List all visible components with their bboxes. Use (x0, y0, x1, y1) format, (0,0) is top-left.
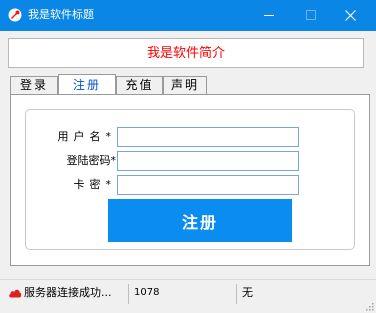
password-label: 登陆密码* (66, 154, 117, 167)
tab-declaration[interactable]: 声明 (163, 76, 207, 94)
status-bar: 服务器连接成功... 1078 无 (0, 279, 376, 313)
software-intro-text: 我是软件简介 (146, 46, 225, 61)
status-message: 服务器连接成功... (24, 286, 112, 299)
resize-grip-icon[interactable] (364, 301, 374, 311)
register-panel: 用户名* 登陆密码* 卡密* 注册 (10, 94, 370, 266)
minimize-icon (264, 15, 274, 16)
username-field[interactable] (117, 127, 299, 147)
tab-login[interactable]: 登录 (10, 76, 58, 94)
software-intro-box: 我是软件简介 (8, 38, 364, 68)
card-key-field[interactable] (117, 175, 299, 195)
maximize-button[interactable] (296, 5, 326, 25)
status-extra: 无 (236, 284, 366, 304)
close-icon (344, 9, 356, 21)
username-label: 用户名* (57, 130, 116, 143)
close-button[interactable] (335, 5, 365, 25)
tab-register[interactable]: 注册 (58, 74, 116, 94)
card-key-label: 卡密* (73, 178, 116, 191)
register-button[interactable]: 注册 (108, 199, 292, 242)
register-form: 用户名* 登陆密码* 卡密* 注册 (25, 109, 355, 250)
maximize-icon (306, 10, 316, 20)
password-field[interactable] (117, 151, 299, 171)
minimize-button[interactable] (254, 5, 284, 25)
app-window: 我是软件标题 我是软件简介 登录 注册 充值 声明 用户名* 登陆密码* 卡密*… (0, 0, 376, 313)
status-connection: 服务器连接成功... (6, 284, 126, 304)
tab-recharge[interactable]: 充值 (116, 76, 163, 94)
status-count: 1078 (128, 284, 234, 304)
title-bar[interactable]: 我是软件标题 (0, 0, 376, 31)
window-title: 我是软件标题 (28, 8, 94, 21)
app-logo-icon (8, 8, 22, 22)
cloud-icon (9, 289, 22, 298)
